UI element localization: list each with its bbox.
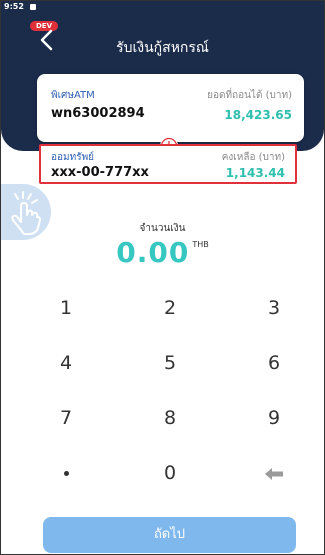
source-balance-label: ยอดที่ถอนได้ (บาท) [207,90,292,101]
key-3[interactable]: 3 [239,288,309,328]
target-balance-value: 1,143.44 [225,166,285,180]
key-1[interactable]: 1 [31,288,101,328]
amount-label: จำนวนเงิน [139,223,186,234]
key-0[interactable]: 0 [135,453,205,493]
target-account-number: xxx-00-777xx [51,165,149,180]
target-balance-label: คงเหลือ (บาท) [221,152,285,163]
amount-currency: THB [192,240,209,249]
target-account-type: ออมทรัพย์ [51,152,95,163]
page-title: รับเงินกู้สหกรณ์ [116,40,209,56]
key-9[interactable]: 9 [239,398,309,438]
key-5[interactable]: 5 [135,343,205,383]
target-account-card[interactable]: ออมทรัพย์ คงเหลือ (บาท) xxx-00-777xx 1,1… [39,144,297,184]
source-balance-value: 18,423.65 [224,108,292,122]
backspace-key[interactable] [239,453,309,493]
next-button[interactable]: ถัดไป [43,517,296,553]
key-2[interactable]: 2 [135,288,205,328]
source-account-type: พิเศษATM [51,90,95,101]
backspace-arrow-icon [265,467,283,480]
decimal-dot-icon [63,471,69,476]
status-time: 9:52 [4,2,24,11]
key-7[interactable]: 7 [31,398,101,438]
amount-value: 0.00 [116,236,190,269]
source-account-number: wn63002894 [51,106,145,121]
key-6[interactable]: 6 [239,343,309,383]
notification-icon [30,4,36,10]
source-account-card[interactable]: พิเศษATM ยอดที่ถอนได้ (บาท) wn63002894 1… [37,74,304,142]
amount-display: 0.00 THB [1,236,324,269]
decimal-point-key[interactable] [31,453,101,493]
app-screen: 9:52 DEV รับเงินกู้สหกรณ์ พิเศษATM ยอดที… [0,0,325,555]
key-4[interactable]: 4 [31,343,101,383]
key-8[interactable]: 8 [135,398,205,438]
